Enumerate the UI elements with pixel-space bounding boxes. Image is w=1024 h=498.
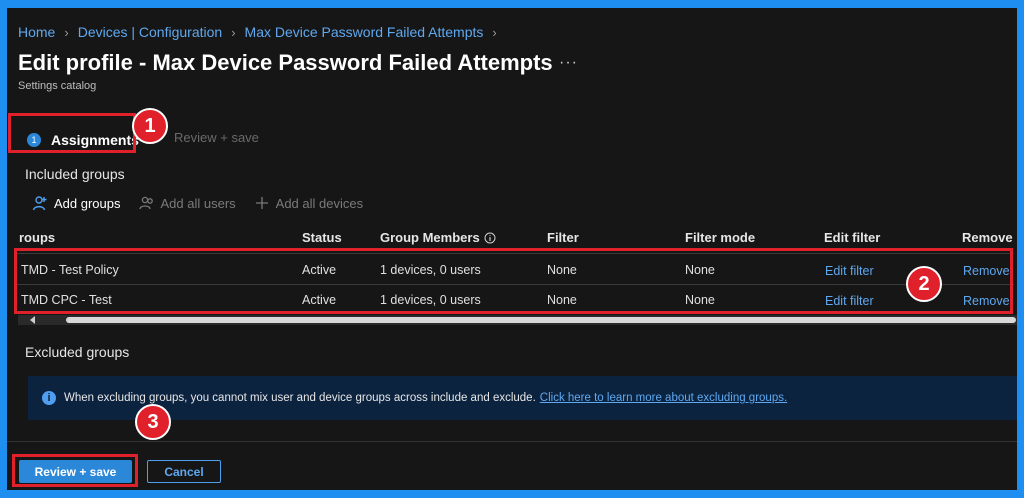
included-toolbar: Add groups Add all users Add all devices (32, 195, 381, 211)
add-all-devices-label: Add all devices (275, 195, 364, 211)
column-header-status[interactable]: Status (302, 230, 342, 245)
info-text: When excluding groups, you cannot mix us… (64, 392, 536, 404)
divider (7, 441, 1017, 442)
page-title: Edit profile - Max Device Password Faile… (18, 50, 553, 75)
add-person-icon (32, 196, 47, 211)
chevron-right-icon: › (64, 24, 69, 40)
add-groups-label: Add groups (54, 195, 121, 211)
breadcrumb-profile[interactable]: Max Device Password Failed Attempts (245, 24, 484, 40)
add-all-users-button[interactable]: Add all users (138, 195, 236, 211)
learn-more-link[interactable]: Click here to learn more about excluding… (540, 392, 787, 404)
column-header-edit-filter[interactable]: Edit filter (824, 230, 880, 245)
breadcrumb: Home › Devices | Configuration › Max Dev… (18, 24, 506, 40)
chevron-right-icon: › (231, 24, 236, 40)
info-icon: i (42, 391, 56, 405)
add-groups-button[interactable]: Add groups (32, 195, 121, 211)
chevron-right-icon: › (492, 24, 497, 40)
column-header-groups[interactable]: roups (19, 230, 55, 245)
included-groups-title: Included groups (25, 166, 125, 182)
breadcrumb-devices[interactable]: Devices | Configuration (78, 24, 222, 40)
annotation-box-2 (14, 248, 1013, 314)
plus-icon (255, 197, 268, 209)
more-options-icon[interactable]: ··· (559, 54, 578, 72)
group-members-label: Group Members (380, 230, 480, 245)
column-header-group-members[interactable]: Group Members (380, 230, 496, 245)
annotation-box-1 (8, 113, 136, 153)
info-icon[interactable] (484, 232, 496, 244)
step-review-save[interactable]: Review + save (174, 130, 259, 145)
excluded-groups-title: Excluded groups (25, 344, 130, 360)
users-icon (138, 196, 153, 210)
page-subtitle: Settings catalog (18, 80, 97, 92)
annotation-badge-1: 1 (132, 108, 168, 144)
annotation-box-3 (12, 454, 138, 487)
info-banner: i When excluding groups, you cannot mix … (28, 376, 1017, 420)
annotation-badge-3: 3 (135, 404, 171, 440)
column-header-filter[interactable]: Filter (547, 230, 579, 245)
column-header-remove[interactable]: Remove (962, 230, 1013, 245)
scroll-left-icon[interactable] (30, 316, 35, 324)
horizontal-scrollbar[interactable] (18, 315, 1017, 325)
app-window: Home › Devices | Configuration › Max Dev… (7, 8, 1017, 490)
breadcrumb-home[interactable]: Home (18, 24, 55, 40)
add-all-devices-button[interactable]: Add all devices (254, 195, 363, 211)
column-header-filter-mode[interactable]: Filter mode (685, 230, 755, 245)
scrollbar-thumb[interactable] (66, 317, 1016, 323)
annotation-badge-2: 2 (906, 266, 942, 302)
add-all-users-label: Add all users (160, 195, 236, 211)
cancel-button[interactable]: Cancel (147, 460, 221, 483)
